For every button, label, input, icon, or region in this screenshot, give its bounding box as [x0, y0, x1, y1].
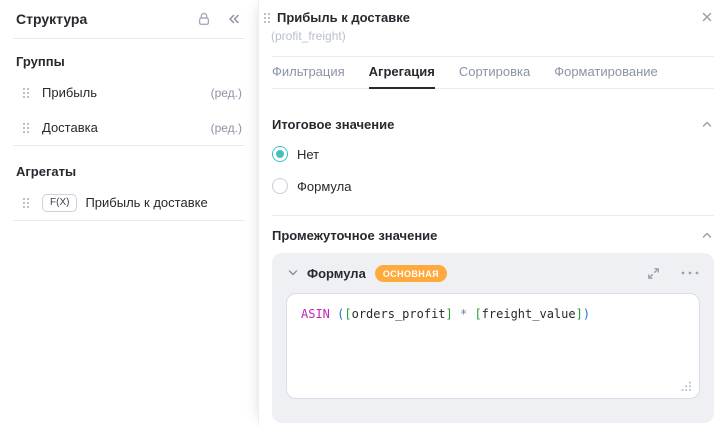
collapse-sidebar-icon[interactable] [226, 11, 242, 27]
formula-card: Формула ОСНОВНАЯ ASIN ([orders_profit] *… [272, 253, 714, 423]
expand-icon[interactable] [646, 266, 661, 281]
group-item-freight[interactable]: Доставка (ред.) [0, 110, 258, 145]
formula-card-header: Формула ОСНОВНАЯ [286, 262, 700, 284]
tab-sorting[interactable]: Сортировка [459, 64, 530, 88]
drag-handle-icon[interactable] [22, 122, 30, 134]
panel-header: Прибыль к доставке (profit_freight) [259, 0, 727, 56]
aggregates-heading: Агрегаты [16, 158, 242, 185]
sidebar-header: Структура [0, 0, 258, 38]
divider [13, 220, 245, 221]
edit-group-link[interactable]: (ред.) [211, 121, 242, 135]
main-badge: ОСНОВНАЯ [375, 265, 447, 282]
ellipsis-menu-icon[interactable] [680, 266, 700, 280]
divider [13, 145, 245, 146]
field-settings-panel: Прибыль к доставке (profit_freight) Филь… [258, 0, 727, 425]
radio-option-formula[interactable]: Формула [272, 170, 714, 202]
total-value-heading: Итоговое значение [272, 117, 394, 132]
chevron-up-icon[interactable] [700, 117, 714, 131]
group-label: Доставка [42, 120, 98, 135]
resize-grip-icon[interactable] [681, 381, 692, 392]
drag-handle-icon[interactable] [263, 12, 271, 24]
formula-card-title: Формула [307, 266, 366, 281]
intermediate-value-section: Промежуточное значение Формула ОСНОВНАЯ [259, 216, 727, 423]
formula-code: ASIN ([orders_profit] * [freight_value]) [301, 307, 685, 322]
group-item-profit[interactable]: Прибыль (ред.) [0, 75, 258, 110]
drag-handle-icon[interactable] [22, 87, 30, 99]
tab-aggregation[interactable]: Агрегация [369, 64, 435, 88]
group-label: Прибыль [42, 85, 97, 100]
formula-fx-badge: F(X) [42, 194, 77, 212]
tab-filtering[interactable]: Фильтрация [272, 64, 345, 88]
radio-option-none[interactable]: Нет [272, 138, 714, 170]
groups-heading: Группы [16, 48, 242, 75]
tab-formatting[interactable]: Форматирование [554, 64, 658, 88]
edit-group-link[interactable]: (ред.) [211, 86, 242, 100]
chevron-up-icon[interactable] [700, 228, 714, 242]
settings-tabs: Фильтрация Агрегация Сортировка Форматир… [272, 57, 714, 89]
close-icon[interactable] [700, 10, 714, 24]
structure-sidebar: Структура Группы Прибыль (ред.) [0, 0, 258, 425]
lock-icon[interactable] [196, 11, 212, 27]
panel-title: Прибыль к доставке [277, 10, 410, 25]
radio-icon [272, 146, 288, 162]
total-value-section: Итоговое значение Нет Формула [259, 89, 727, 202]
radio-icon [272, 178, 288, 194]
intermediate-value-heading: Промежуточное значение [272, 228, 437, 243]
aggregate-label: Прибыль к доставке [85, 195, 207, 210]
formula-editor[interactable]: ASIN ([orders_profit] * [freight_value]) [286, 293, 700, 399]
drag-handle-icon[interactable] [22, 197, 30, 209]
divider [13, 38, 245, 39]
aggregate-item[interactable]: F(X) Прибыль к доставке [0, 185, 258, 220]
sidebar-title: Структура [16, 11, 87, 27]
panel-subtitle: (profit_freight) [271, 29, 714, 43]
chevron-down-icon[interactable] [286, 266, 300, 280]
